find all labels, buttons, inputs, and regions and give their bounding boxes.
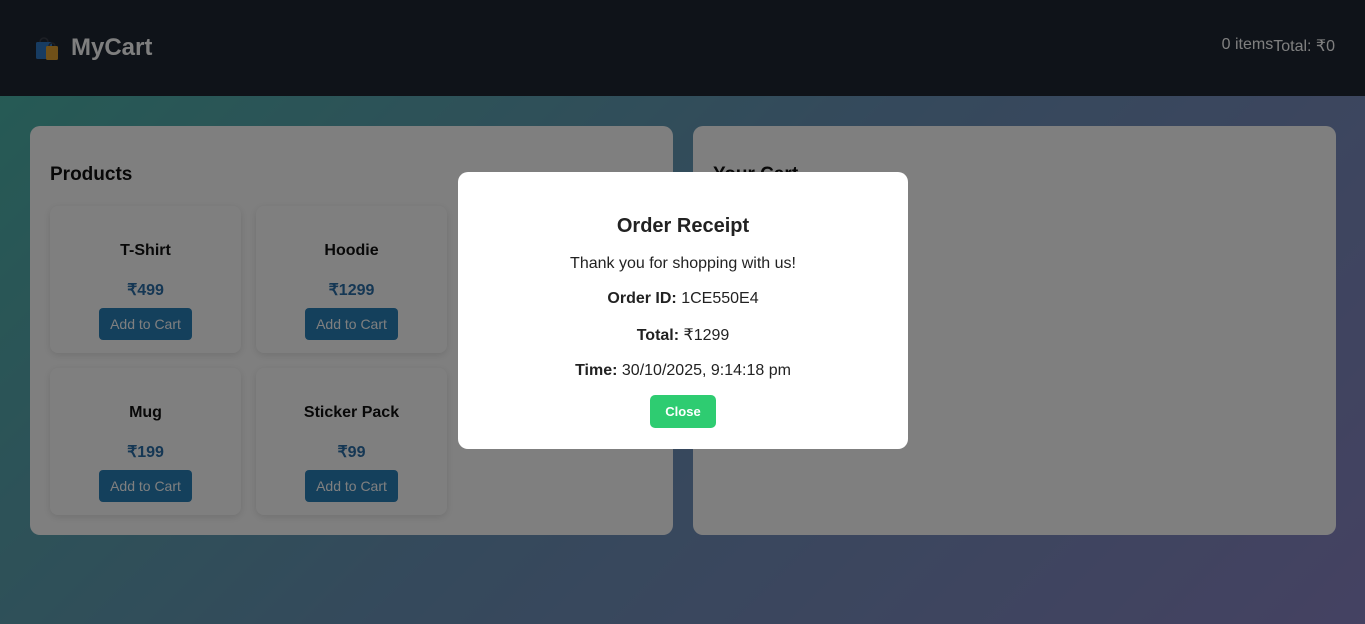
order-id-label: Order ID: bbox=[607, 290, 677, 307]
time-value: 30/10/2025, 9:14:18 pm bbox=[621, 362, 791, 379]
order-receipt-modal: Order Receipt Thank you for shopping wit… bbox=[458, 172, 908, 449]
receipt-order-id: Order ID: 1CE550E4 bbox=[458, 290, 908, 308]
order-id-value: 1CE550E4 bbox=[681, 290, 759, 307]
total-label: Total: bbox=[636, 327, 680, 344]
total-value: ₹1299 bbox=[683, 327, 730, 344]
receipt-title: Order Receipt bbox=[616, 215, 750, 237]
receipt-time: Time: 30/10/2025, 9:14:18 pm bbox=[458, 362, 908, 380]
close-button[interactable]: Close bbox=[650, 395, 716, 428]
receipt-total: Total: ₹1299 bbox=[458, 325, 908, 345]
receipt-thanks: Thank you for shopping with us! bbox=[570, 255, 796, 272]
time-label: Time: bbox=[575, 362, 618, 379]
